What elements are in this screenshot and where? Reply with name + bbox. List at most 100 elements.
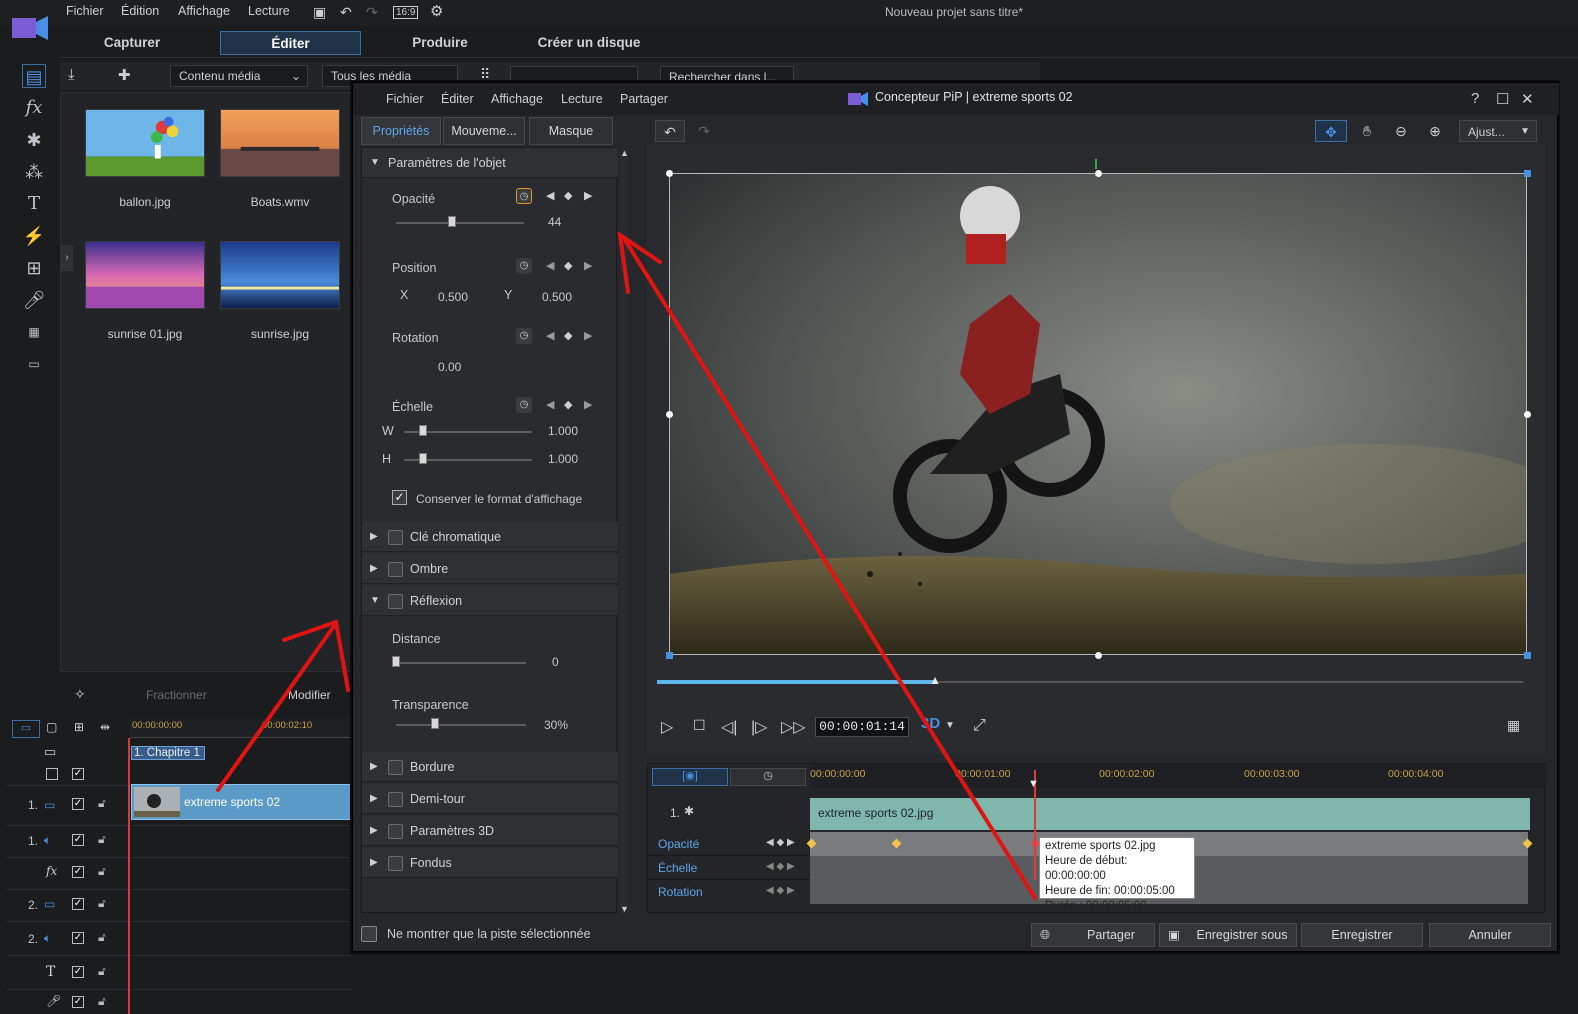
modify-button[interactable]: Modifier bbox=[288, 688, 331, 702]
stop-icon[interactable]: ☐ bbox=[693, 717, 706, 734]
mode-create-disc[interactable]: Créer un disque bbox=[530, 31, 648, 55]
timeline-clip[interactable]: extreme sports 02 bbox=[131, 784, 352, 820]
keep-ratio-checkbox[interactable]: ✓ bbox=[392, 490, 407, 505]
menu-edit[interactable]: Édition bbox=[121, 4, 159, 18]
prev-keyframe-icon[interactable]: ◀ bbox=[546, 189, 554, 202]
resize-handle[interactable] bbox=[1095, 652, 1102, 659]
media-thumb-ballon[interactable] bbox=[85, 109, 205, 177]
voiceover-room-icon[interactable]: 🎤︎ bbox=[22, 288, 46, 312]
track-lock-icon[interactable]: 🔓︎ bbox=[98, 864, 106, 879]
prev-keyframe-icon[interactable]: ◀ bbox=[546, 259, 554, 272]
next-keyframe-icon[interactable]: ▶ bbox=[584, 329, 592, 342]
3d-mode-badge[interactable]: 3D bbox=[921, 715, 940, 732]
section-shadow[interactable]: ▶ Ombre bbox=[362, 554, 618, 584]
zoom-in-icon[interactable]: ⊕ bbox=[1421, 120, 1449, 142]
transparency-slider-track[interactable] bbox=[396, 724, 526, 726]
pip-room-icon[interactable]: ✱ bbox=[22, 128, 46, 152]
section-checkbox[interactable] bbox=[388, 594, 403, 609]
add-keyframe-icon[interactable]: ◆ bbox=[564, 329, 572, 342]
track-enable-checkbox[interactable]: ✓ bbox=[72, 996, 84, 1008]
fx-room-icon[interactable]: fx bbox=[22, 96, 46, 120]
select-tool-icon[interactable]: ✥ bbox=[1315, 120, 1347, 142]
track-lock-icon[interactable]: 🔓︎ bbox=[98, 896, 106, 911]
main-playhead[interactable] bbox=[128, 738, 130, 1014]
redo-icon[interactable]: ↷ bbox=[689, 120, 719, 142]
section-fades[interactable]: ▶ Fondus bbox=[362, 848, 618, 878]
next-frame-icon[interactable]: |▷ bbox=[751, 717, 767, 737]
tab-mask[interactable]: Masque bbox=[529, 117, 613, 145]
cancel-button[interactable]: Annuler bbox=[1429, 923, 1551, 947]
tab-motion[interactable]: Mouveme... bbox=[443, 117, 525, 145]
resize-handle[interactable] bbox=[666, 411, 673, 418]
resize-handle[interactable] bbox=[666, 652, 673, 659]
undo-icon[interactable]: ↶ bbox=[340, 4, 352, 21]
section-checkbox[interactable] bbox=[388, 760, 403, 775]
track-lock-icon[interactable]: 🔓︎ bbox=[98, 832, 106, 847]
mode-edit[interactable]: Éditer bbox=[220, 31, 361, 55]
track-enable-checkbox[interactable]: ✓ bbox=[72, 966, 84, 978]
properties-scrollbar[interactable]: ▲ ▼ bbox=[620, 148, 629, 914]
menu-playback[interactable]: Lecture bbox=[248, 4, 290, 18]
position-y-value[interactable]: 0.500 bbox=[542, 290, 572, 304]
section-checkbox[interactable] bbox=[388, 530, 403, 545]
resize-handle[interactable] bbox=[666, 170, 673, 177]
track-lock-icon[interactable]: 🔓︎ bbox=[98, 964, 106, 979]
aspect-ratio-button[interactable]: 16:9 bbox=[393, 6, 419, 19]
pip-menu-view[interactable]: Affichage bbox=[491, 92, 543, 106]
opacity-slider-thumb[interactable] bbox=[448, 216, 457, 227]
preview-image[interactable] bbox=[669, 173, 1527, 655]
storyboard-view-icon[interactable]: ▢ bbox=[46, 720, 57, 734]
keyframe-ruler[interactable]: 00:00:00:00 00:00:01:00 00:00:02:00 00:0… bbox=[810, 764, 1546, 788]
help-icon[interactable]: ? bbox=[1471, 90, 1479, 107]
rotate-handle[interactable] bbox=[1095, 159, 1097, 169]
resize-handle[interactable] bbox=[1524, 411, 1531, 418]
track-enable-checkbox[interactable]: ✓ bbox=[72, 798, 84, 810]
resize-handle[interactable] bbox=[1524, 170, 1531, 177]
media-room-icon[interactable]: ▤ bbox=[22, 64, 46, 88]
kf-row-nav-icon[interactable]: ◀ ◆ ▶ bbox=[766, 861, 795, 872]
chevron-down-icon[interactable]: ▼ bbox=[945, 720, 955, 731]
chapter-marker[interactable]: 1. Chapitre 1 bbox=[131, 746, 205, 760]
scale-h-value[interactable]: 1.000 bbox=[548, 452, 578, 466]
section-checkbox[interactable] bbox=[388, 856, 403, 871]
pip-menu-file[interactable]: Fichier bbox=[386, 92, 424, 106]
distance-value[interactable]: 0 bbox=[552, 655, 559, 669]
timeline-view-icon[interactable]: ▭ bbox=[12, 720, 40, 738]
kf-row-nav-icon[interactable]: ◀ ◆ ▶ bbox=[766, 885, 795, 896]
undo-icon[interactable]: ↶ bbox=[655, 120, 685, 142]
keyframe-marker[interactable] bbox=[1522, 838, 1533, 849]
mode-capture[interactable]: Capturer bbox=[82, 31, 182, 55]
kf-row-nav-icon[interactable]: ◀ ◆ ▶ bbox=[766, 837, 795, 848]
transition-room-icon[interactable]: ⚡ bbox=[22, 224, 46, 248]
transparency-value[interactable]: 30% bbox=[544, 718, 568, 732]
pip-menu-edit[interactable]: Éditer bbox=[441, 92, 474, 106]
prev-keyframe-icon[interactable]: ◀ bbox=[546, 329, 554, 342]
redo-icon[interactable]: ↷ bbox=[366, 4, 378, 21]
expand-panel-arrow-icon[interactable]: › bbox=[61, 245, 73, 271]
chapter-visible-checkbox[interactable]: ✓ bbox=[72, 768, 84, 780]
track-lock-icon[interactable]: 🔓︎ bbox=[98, 930, 106, 945]
import-icon[interactable]: ⤓ bbox=[68, 66, 75, 83]
only-selected-checkbox[interactable] bbox=[361, 926, 377, 942]
track-view-toggle[interactable]: [◉] bbox=[652, 768, 728, 786]
section-checkbox[interactable] bbox=[388, 824, 403, 839]
plugin-icon[interactable]: ✚ bbox=[118, 66, 131, 84]
opacity-keyframe-timer-icon[interactable]: ◷ bbox=[516, 188, 532, 204]
resize-handle[interactable] bbox=[1524, 652, 1531, 659]
track-enable-checkbox[interactable]: ✓ bbox=[72, 898, 84, 910]
grid-view-icon[interactable]: ⠿ bbox=[480, 66, 490, 83]
section-reflection[interactable]: ▼ Réflexion bbox=[362, 586, 618, 616]
play-icon[interactable]: ▷ bbox=[661, 717, 673, 737]
transparency-slider-thumb[interactable] bbox=[431, 718, 439, 729]
prev-keyframe-icon[interactable]: ◀ bbox=[546, 398, 554, 411]
media-thumb-boats[interactable] bbox=[220, 109, 340, 177]
add-keyframe-icon[interactable]: ◆ bbox=[564, 189, 572, 202]
distance-slider-thumb[interactable] bbox=[392, 656, 400, 667]
menu-file[interactable]: Fichier bbox=[66, 4, 104, 18]
next-keyframe-icon[interactable]: ▶ bbox=[584, 259, 592, 272]
add-track-icon[interactable]: ⊞ bbox=[74, 720, 84, 734]
section-border[interactable]: ▶ Bordure bbox=[362, 752, 618, 782]
close-icon[interactable]: ✕ bbox=[1521, 90, 1534, 108]
title-room-icon[interactable]: T bbox=[22, 192, 46, 216]
audio-mix-room-icon[interactable]: ⊞ bbox=[22, 256, 46, 280]
